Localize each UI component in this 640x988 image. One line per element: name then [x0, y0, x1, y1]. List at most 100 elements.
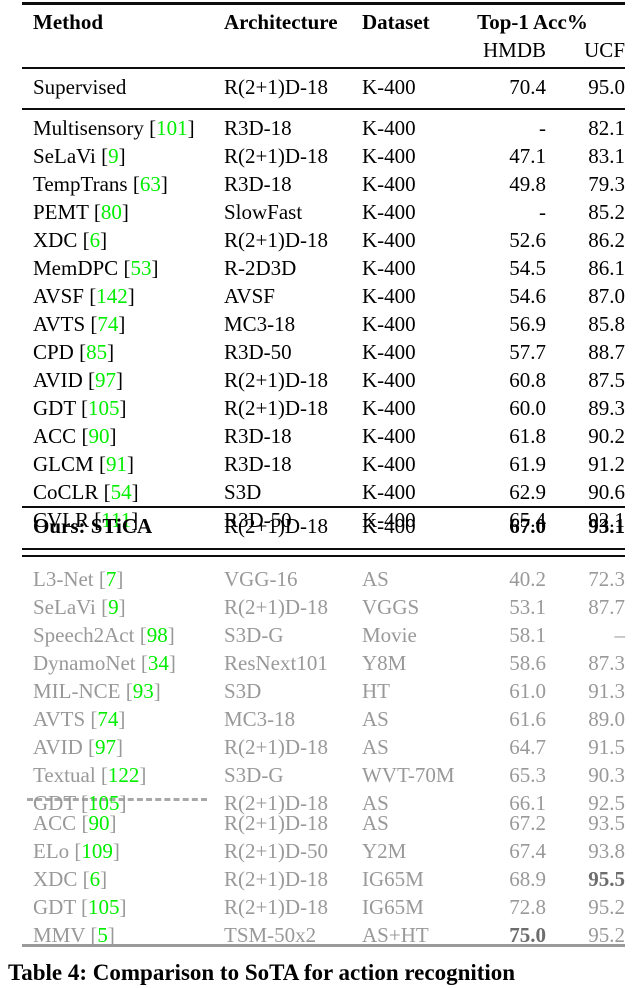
- citation-number[interactable]: 54: [111, 480, 132, 504]
- cell-dataset: K-400: [362, 452, 416, 476]
- table-row: MIL-NCE [93] S3D HT 61.0 91.3: [0, 677, 640, 705]
- table-row: Textual [122] S3D-G WVT-70M 65.3 90.3: [0, 761, 640, 789]
- cell-dataset: K-400: [362, 396, 416, 420]
- table-row: SeLaVi [9] R(2+1)D-18 K-400 47.1 83.1: [0, 142, 640, 170]
- citation-number[interactable]: 101: [156, 116, 188, 140]
- citation-number[interactable]: 34: [148, 651, 169, 675]
- table-row: GLCM [91] R3D-18 K-400 61.9 91.2: [0, 450, 640, 478]
- table-row: PEMT [80] SlowFast K-400 - 85.2: [0, 198, 640, 226]
- citation-number[interactable]: 90: [88, 811, 109, 835]
- citation-number[interactable]: 109: [81, 839, 113, 863]
- citation-number[interactable]: 85: [86, 340, 107, 364]
- method-name: MemDPC: [33, 256, 119, 280]
- citation-number[interactable]: 122: [108, 763, 140, 787]
- citation-number[interactable]: 98: [147, 623, 168, 647]
- table-row: AVTS [74] MC3-18 AS 61.6 89.0: [0, 705, 640, 733]
- table-row: ACC [90] R3D-18 K-400 61.8 90.2: [0, 422, 640, 450]
- cell-method: XDC [6]: [33, 867, 108, 891]
- cell-hmdb-score: -: [539, 116, 546, 140]
- cell-hmdb-score: 68.9: [509, 867, 546, 891]
- cell-hmdb-score: 60.8: [509, 368, 546, 392]
- citation-number[interactable]: 9: [108, 595, 119, 619]
- cell-architecture: R(2+1)D-18: [224, 895, 328, 919]
- method-name: CoCLR: [33, 480, 99, 504]
- cell-architecture: AVSF: [224, 284, 275, 308]
- method-name: Supervised: [33, 75, 127, 99]
- citation-number[interactable]: 97: [95, 735, 116, 759]
- table-figure: Method Architecture Dataset Top-1 Acc% H…: [0, 0, 640, 985]
- method-name: ACC: [33, 811, 77, 835]
- column-header-architecture: Architecture: [224, 10, 338, 34]
- cell-hmdb-score: 52.6: [509, 228, 546, 252]
- cell-method: DynamoNet [34]: [33, 651, 176, 675]
- cell-ucf-score: 86.1: [588, 256, 625, 280]
- citation-number[interactable]: 53: [130, 256, 151, 280]
- cell-hmdb-score: 61.6: [509, 707, 546, 731]
- cell-architecture: R(2+1)D-18: [224, 735, 328, 759]
- cell-hmdb-score: 54.5: [509, 256, 546, 280]
- column-header-hmdb: HMDB: [482, 38, 546, 62]
- method-name: SeLaVi: [33, 144, 96, 168]
- citation-number[interactable]: 63: [140, 172, 161, 196]
- cell-method: ACC [90]: [33, 811, 117, 835]
- citation-number[interactable]: 93: [133, 679, 154, 703]
- cell-hmdb-score: 72.8: [509, 895, 546, 919]
- cell-method: GLCM [91]: [33, 452, 134, 476]
- cell-hmdb-score: 60.0: [509, 396, 546, 420]
- method-name: DynamoNet: [33, 651, 136, 675]
- cell-hmdb-score: 49.8: [509, 172, 546, 196]
- cell-architecture: ResNext101: [224, 651, 328, 675]
- citation-number[interactable]: 6: [90, 867, 101, 891]
- column-header-ucf: UCF: [584, 38, 625, 62]
- citation-number[interactable]: 5: [97, 923, 108, 947]
- method-name: GLCM: [33, 452, 94, 476]
- header-bottom-rule: [22, 67, 625, 69]
- citation-number[interactable]: 90: [88, 424, 109, 448]
- cell-dataset: IG65M: [362, 895, 424, 919]
- cell-method: SeLaVi [9]: [33, 595, 126, 619]
- citation-number[interactable]: 105: [88, 396, 120, 420]
- table-row: CoCLR [54] S3D K-400 62.9 90.6: [0, 478, 640, 506]
- cell-ucf-score: 79.3: [588, 172, 625, 196]
- cell-ucf-score: 95.2: [588, 895, 625, 919]
- citation-number[interactable]: 9: [108, 144, 119, 168]
- method-name: PEMT: [33, 200, 89, 224]
- cell-method: GDT [105]: [33, 396, 127, 420]
- cell-architecture: R(2+1)D-18: [224, 867, 328, 891]
- cell-architecture: S3D-G: [224, 623, 284, 647]
- table-row: AVID [97] R(2+1)D-18 AS 64.7 91.5: [0, 733, 640, 761]
- citation-number[interactable]: 74: [97, 707, 118, 731]
- cell-dataset: AS: [362, 567, 389, 591]
- cell-dataset: K-400: [362, 514, 416, 538]
- method-name: GDT: [33, 396, 76, 420]
- cell-architecture: R(2+1)D-18: [224, 75, 328, 99]
- citation-number[interactable]: 105: [88, 895, 120, 919]
- cell-method: Ours: STiCA: [33, 512, 152, 540]
- cell-architecture: S3D-G: [224, 763, 284, 787]
- cell-ucf-score: 91.3: [588, 679, 625, 703]
- table-subheader-row: HMDB UCF: [0, 36, 640, 64]
- cell-architecture: MC3-18: [224, 707, 296, 731]
- cell-dataset: K-400: [362, 340, 416, 364]
- citation-number[interactable]: 74: [97, 312, 118, 336]
- cell-dataset: Y8M: [362, 651, 407, 675]
- citation-number[interactable]: 6: [90, 228, 101, 252]
- citation-number[interactable]: 91: [106, 452, 127, 476]
- cell-hmdb-score: -: [539, 200, 546, 224]
- citation-number[interactable]: 97: [95, 368, 116, 392]
- citation-number[interactable]: 7: [106, 567, 117, 591]
- method-name: AVID: [33, 368, 83, 392]
- cell-hmdb-score: 61.0: [509, 679, 546, 703]
- cell-hmdb-score: 75.0: [509, 923, 546, 947]
- cell-method: CPD [85]: [33, 340, 115, 364]
- cell-dataset: Y2M: [362, 839, 407, 863]
- cell-ucf-score: 90.6: [588, 480, 625, 504]
- citation-number[interactable]: 80: [101, 200, 122, 224]
- cell-ucf-score: 72.3: [588, 567, 625, 591]
- table-row: Multisensory [101] R3D-18 K-400 - 82.1: [0, 114, 640, 142]
- table-caption: Table 4: Comparison to SoTA for action r…: [8, 960, 516, 985]
- table-row: AVSF [142] AVSF K-400 54.6 87.0: [0, 282, 640, 310]
- cell-ucf-score: 93.1: [588, 514, 625, 538]
- cell-method: L3-Net [7]: [33, 567, 124, 591]
- citation-number[interactable]: 142: [96, 284, 128, 308]
